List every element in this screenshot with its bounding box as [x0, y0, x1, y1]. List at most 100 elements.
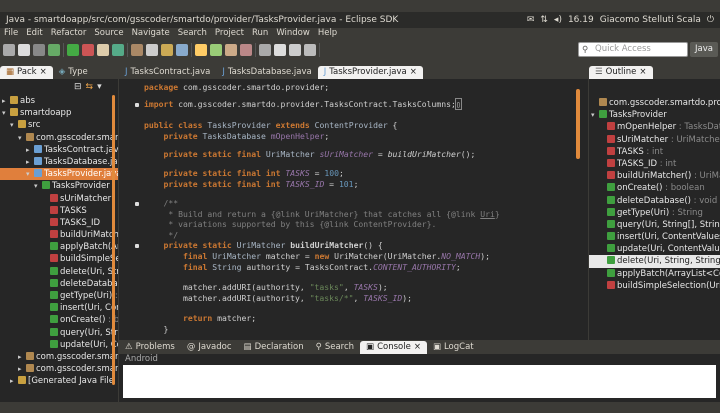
package-tree-item[interactable]: sUriMatcher	[0, 193, 118, 205]
menu-refactor[interactable]: Refactor	[51, 28, 87, 40]
expand-toggle-icon[interactable]: ▾	[26, 168, 34, 180]
tab-javadoc[interactable]: @ Javadoc	[181, 341, 238, 354]
tab-type-hierarchy[interactable]: ◈ Type	[53, 66, 94, 79]
package-tree-item[interactable]: getType(Uri) : Str	[0, 290, 118, 302]
editor-scrollbar-thumb[interactable]	[576, 89, 580, 159]
outline-item[interactable]: mOpenHelper : TasksDatal	[589, 121, 720, 133]
close-icon[interactable]: ×	[414, 341, 421, 354]
package-tree-item[interactable]: ▸ [Generated Java File	[0, 375, 118, 387]
tab-problems[interactable]: ⚠ Problems	[119, 341, 181, 354]
pin-icon[interactable]	[259, 44, 271, 56]
fold-marker[interactable]	[135, 202, 139, 206]
expand-toggle-icon[interactable]: ▸	[26, 156, 34, 168]
outline-item[interactable]: deleteDatabase() : void	[589, 195, 720, 207]
annotation-prev-icon[interactable]	[210, 44, 222, 56]
package-tree-item[interactable]: delete(Uri, String	[0, 266, 118, 278]
fold-marker[interactable]	[135, 103, 139, 107]
outline-item[interactable]: getType(Uri) : String	[589, 207, 720, 219]
power-icon[interactable]: ⏻	[707, 15, 714, 25]
search-icon[interactable]	[161, 44, 173, 56]
tab-package-explorer[interactable]: ▦ Pack ×	[0, 66, 53, 79]
external-tools-icon[interactable]	[82, 44, 94, 56]
package-tree-scrollbar[interactable]	[112, 95, 115, 385]
toggle-mark-icon[interactable]	[176, 44, 188, 56]
history-icon[interactable]	[289, 44, 301, 56]
package-tree-item[interactable]: update(Uri, Conte	[0, 339, 118, 351]
user-name[interactable]: Giacomo Stelluti Scala	[600, 15, 701, 25]
tab-tasksdatabase-java[interactable]: J TasksDatabase.java	[216, 66, 317, 79]
outline-item[interactable]: update(Uri, ContentValues,	[589, 243, 720, 255]
tab-search[interactable]: ⚲ Search	[310, 341, 360, 354]
menu-project[interactable]: Project	[215, 28, 244, 40]
expand-toggle-icon[interactable]: ▾	[18, 132, 26, 144]
package-tree-item[interactable]: ▾ TasksProvider.java	[0, 168, 118, 181]
expand-toggle-icon[interactable]: ▸	[18, 351, 26, 363]
package-tree-item[interactable]: ▸ com.gsscoder.smartd	[0, 363, 118, 375]
menu-source[interactable]: Source	[94, 28, 123, 40]
tab-console[interactable]: ▣ Console ×	[360, 341, 427, 354]
package-tree-item[interactable]: query(Uri, String[	[0, 327, 118, 339]
clock[interactable]: 16.19	[568, 15, 594, 25]
package-tree-item[interactable]: ▸ abs	[0, 95, 118, 107]
quick-access-input[interactable]: ⚲ Quick Access	[578, 42, 688, 57]
outline-item[interactable]: com.gsscoder.smartdo.provider	[589, 97, 720, 109]
package-tree-item[interactable]: ▾ src	[0, 119, 118, 131]
expand-toggle-icon[interactable]: ▸	[10, 375, 18, 387]
editor-text-area[interactable]: package com.gsscoder.smartdo.provider; i…	[119, 79, 588, 340]
outline-item[interactable]: insert(Uri, ContentValues)	[589, 231, 720, 243]
package-tree-item[interactable]: TASKS_ID	[0, 217, 118, 229]
expand-toggle-icon[interactable]: ▸	[2, 95, 10, 107]
package-tree-item[interactable]: ▸ TasksContract.java	[0, 144, 118, 156]
expand-toggle-icon[interactable]: ▸	[26, 144, 34, 156]
menu-help[interactable]: Help	[318, 28, 337, 40]
menu-window[interactable]: Window	[276, 28, 310, 40]
tab-tasksprovider-java[interactable]: J TasksProvider.java ×	[317, 66, 423, 79]
menu-run[interactable]: Run	[252, 28, 268, 40]
editor-nav-icon[interactable]	[274, 44, 286, 56]
package-tree-item[interactable]: buildUriMatcher	[0, 229, 118, 241]
package-tree-item[interactable]: deleteDatabase(	[0, 278, 118, 290]
expand-toggle-icon[interactable]: ▾	[10, 119, 18, 131]
close-icon[interactable]: ×	[40, 66, 47, 79]
toggle-breadcrumb-icon[interactable]	[304, 44, 316, 56]
new-package-icon[interactable]	[112, 44, 124, 56]
outline-item[interactable]: applyBatch(ArrayList<Conte	[589, 268, 720, 280]
collapse-all-icon[interactable]: ⊟	[74, 82, 82, 92]
package-tree-item[interactable]: applyBatch(Array	[0, 241, 118, 253]
link-editor-icon[interactable]: ⇆	[86, 82, 94, 92]
console-output[interactable]	[123, 365, 716, 398]
outline-item[interactable]: TASKS_ID : int	[589, 158, 720, 170]
package-tree-item[interactable]: ▾ TasksProvider	[0, 180, 118, 192]
outline-item[interactable]: ▾ TasksProvider	[589, 109, 720, 121]
tab-declaration[interactable]: ▤ Declaration	[238, 341, 310, 354]
forward-icon[interactable]	[240, 44, 252, 56]
expand-toggle-icon[interactable]: ▾	[34, 180, 42, 192]
view-menu-icon[interactable]: ▾	[97, 82, 102, 92]
package-tree-item[interactable]: buildSimpleSelec	[0, 253, 118, 265]
close-icon[interactable]: ×	[639, 66, 646, 79]
save-icon[interactable]	[18, 44, 30, 56]
tab-outline[interactable]: ☰ Outline ×	[589, 66, 653, 79]
print-icon[interactable]	[33, 44, 45, 56]
menu-search[interactable]: Search	[178, 28, 207, 40]
outline-item[interactable]: query(Uri, String[], String,	[589, 219, 720, 231]
menu-file[interactable]: File	[4, 28, 18, 40]
expand-toggle-icon[interactable]: ▸	[18, 363, 26, 375]
menu-edit[interactable]: Edit	[26, 28, 42, 40]
run-icon[interactable]	[67, 44, 79, 56]
fold-marker[interactable]	[135, 244, 139, 248]
new-icon[interactable]	[3, 44, 15, 56]
outline-item[interactable]: delete(Uri, String, String[]	[589, 255, 720, 268]
volume-icon[interactable]: ◂)	[554, 15, 562, 25]
package-tree-item[interactable]: ▾ smartdoapp	[0, 107, 118, 119]
perspective-java-button[interactable]: Java	[690, 42, 718, 57]
outline-item[interactable]: buildUriMatcher() : UriMatc	[589, 170, 720, 182]
close-icon[interactable]: ×	[410, 66, 417, 79]
package-tree-item[interactable]: ▸ TasksDatabase.java	[0, 156, 118, 168]
package-tree-item[interactable]: onCreate() : bool	[0, 314, 118, 326]
back-icon[interactable]	[225, 44, 237, 56]
outline-item[interactable]: sUriMatcher : UriMatcher	[589, 134, 720, 146]
new-java-project-icon[interactable]	[97, 44, 109, 56]
debug-icon[interactable]	[48, 44, 60, 56]
menu-navigate[interactable]: Navigate	[132, 28, 170, 40]
